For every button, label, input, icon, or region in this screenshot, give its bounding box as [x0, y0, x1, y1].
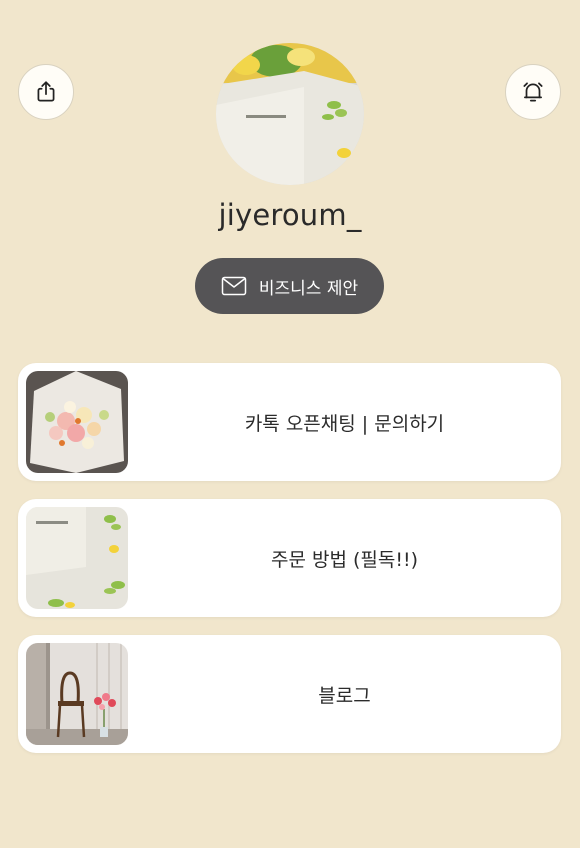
- share-button[interactable]: [18, 64, 74, 120]
- business-proposal-label: 비즈니스 제안: [258, 278, 359, 299]
- link-label: 주문 방법 (필독!!): [270, 548, 419, 571]
- notification-button[interactable]: [505, 64, 561, 120]
- share-icon: [37, 81, 55, 102]
- envelope-icon: [221, 276, 247, 296]
- profile-username: jiyeroum_: [218, 198, 362, 232]
- profile-avatar: [216, 43, 364, 185]
- flower-box-thumbnail: [26, 507, 128, 609]
- link-label: 블로그: [318, 684, 371, 707]
- chair-flowers-thumbnail: [26, 643, 128, 745]
- link-label: 카톡 오픈채팅 | 문의하기: [244, 412, 445, 435]
- link-card-blog[interactable]: 블로그: [18, 635, 561, 753]
- business-proposal-button[interactable]: 비즈니스 제안: [195, 258, 384, 314]
- link-card-kakao-openchat[interactable]: 카톡 오픈채팅 | 문의하기: [18, 363, 561, 481]
- link-card-order-guide[interactable]: 주문 방법 (필독!!): [18, 499, 561, 617]
- alarm-bell-icon: [523, 82, 543, 102]
- bouquet-thumbnail: [26, 371, 128, 473]
